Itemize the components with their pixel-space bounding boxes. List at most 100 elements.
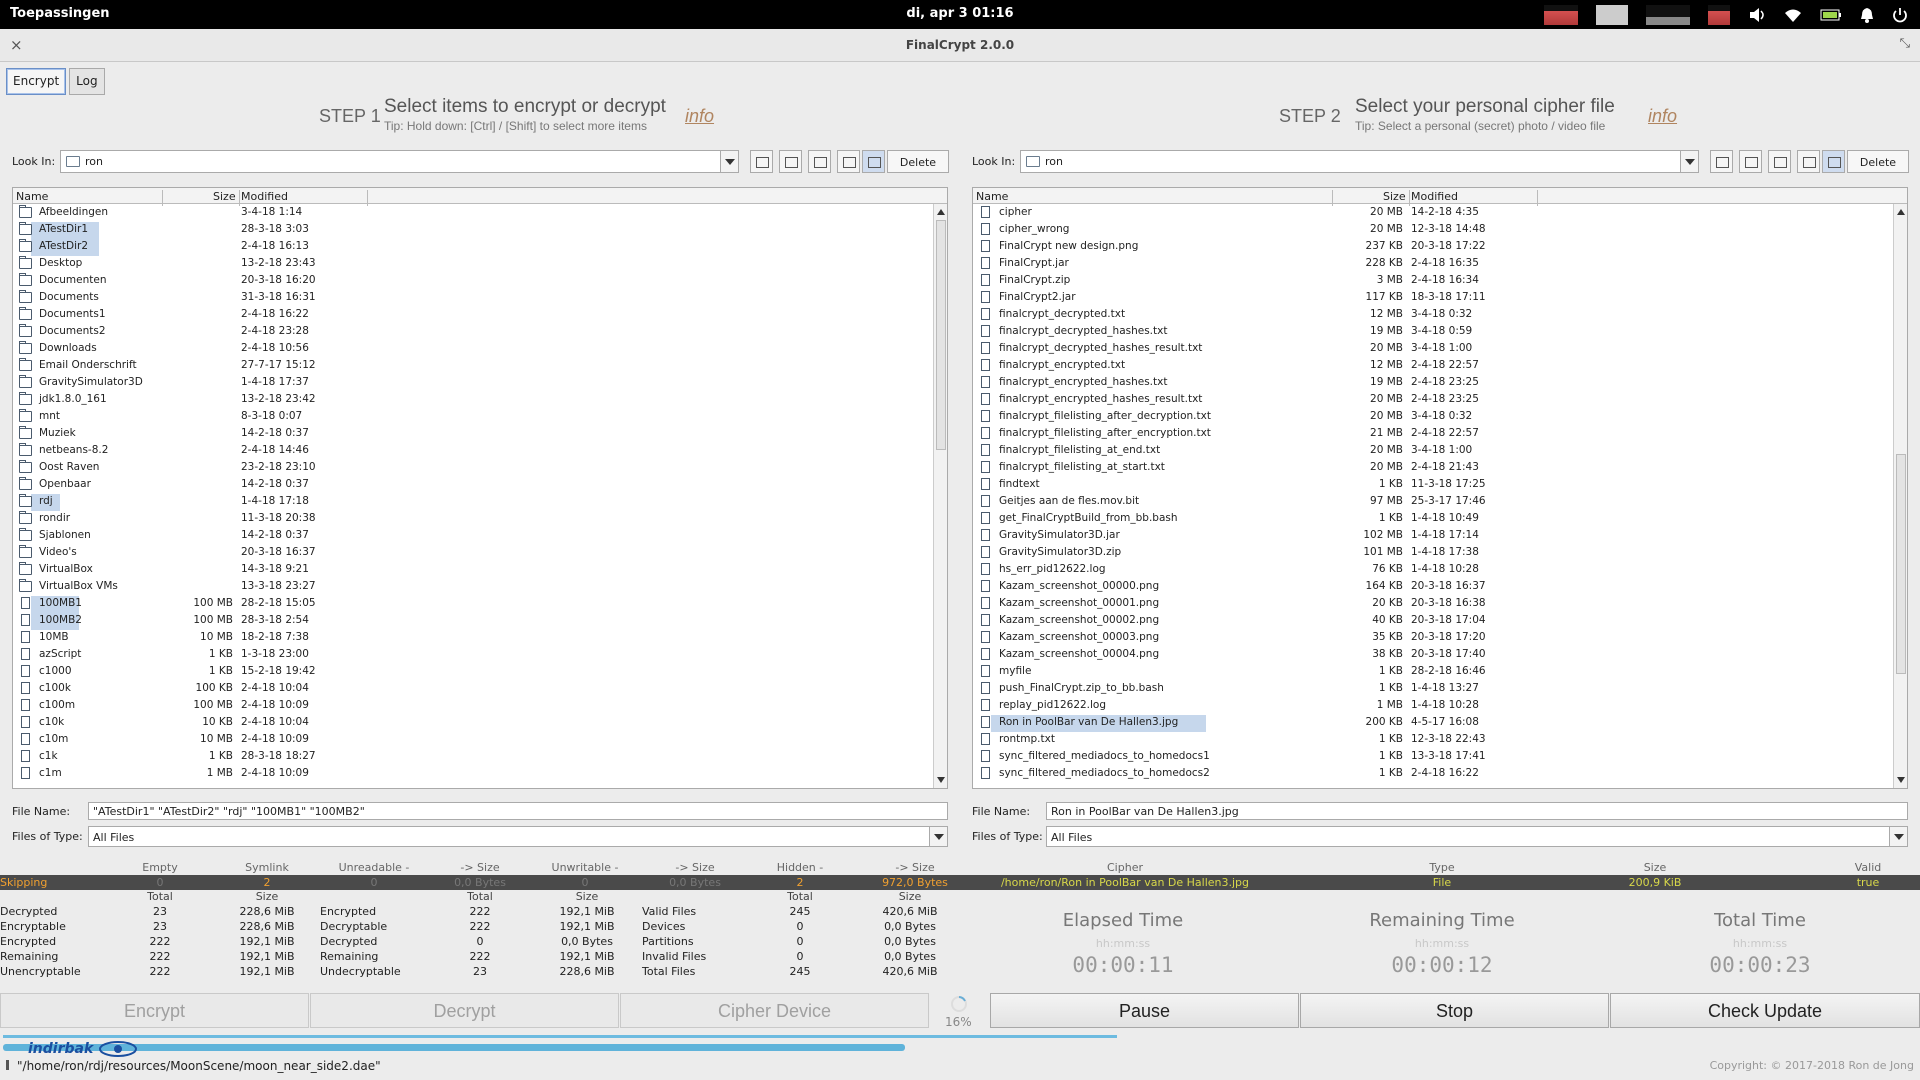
file-row[interactable]: azScript 1 KB 1-3-18 23:00	[13, 647, 933, 664]
step1-vertical-scrollbar[interactable]	[933, 204, 947, 788]
tab-encrypt[interactable]: Encrypt	[6, 68, 67, 95]
step2-new-folder-button[interactable]	[1768, 150, 1791, 173]
file-row[interactable]: GravitySimulator3D.zip 101 MB 1-4-18 17:38	[973, 545, 1893, 562]
file-row[interactable]: finalcrypt_encrypted.txt 12 MB 2-4-18 22:5…	[973, 358, 1893, 375]
file-row[interactable]: Sjablonen 14-2-18 0:37	[13, 528, 933, 545]
file-row[interactable]: Kazam_screenshot_00001.png 20 KB 20-3-18 1…	[973, 596, 1893, 613]
file-row[interactable]: finalcrypt_encrypted_hashes_result.txt 20…	[973, 392, 1893, 409]
cpu-graph-icon[interactable]	[1544, 5, 1578, 25]
file-row[interactable]: ATestDir2 2-4-18 16:13	[13, 239, 933, 256]
file-row[interactable]: finalcrypt_filelisting_at_end.txt 20 MB 3-…	[973, 443, 1893, 460]
step1-col-size[interactable]: Size	[213, 190, 236, 203]
file-row[interactable]: jdk1.8.0_161 13-2-18 23:42	[13, 392, 933, 409]
file-row[interactable]: mnt 8-3-18 0:07	[13, 409, 933, 426]
file-row[interactable]: Email Onderschrift 27-7-17 15:12	[13, 358, 933, 375]
chevron-down-icon[interactable]	[929, 827, 947, 846]
file-row[interactable]: finalcrypt_decrypted_hashes_result.txt 20…	[973, 341, 1893, 358]
file-row[interactable]: GravitySimulator3D.jar 102 MB 1-4-18 17:14	[973, 528, 1893, 545]
file-row[interactable]: ATestDir1 28-3-18 3:03	[13, 222, 933, 239]
scroll-down-icon[interactable]	[937, 777, 945, 783]
file-row[interactable]: FinalCrypt.jar 228 KB 2-4-18 16:35	[973, 256, 1893, 273]
file-row[interactable]: Documents1 2-4-18 16:22	[13, 307, 933, 324]
file-row[interactable]: VirtualBox VMs 13-3-18 23:27	[13, 579, 933, 596]
pause-button[interactable]: Pause	[990, 993, 1299, 1028]
file-row[interactable]: c10m 10 MB 2-4-18 10:09	[13, 732, 933, 749]
step2-up-folder-button[interactable]	[1710, 150, 1733, 173]
step2-look-in-combo[interactable]: ron	[1020, 150, 1699, 173]
file-row[interactable]: Ron in PoolBar van De Hallen3.jpg 200 KB 4…	[973, 715, 1893, 732]
file-row[interactable]: FinalCrypt2.jar 117 KB 18-3-18 17:11	[973, 290, 1893, 307]
file-row[interactable]: 10MB 10 MB 18-2-18 7:38	[13, 630, 933, 647]
file-row[interactable]: FinalCrypt.zip 3 MB 2-4-18 16:34	[973, 273, 1893, 290]
power-icon[interactable]	[1892, 7, 1908, 23]
file-row[interactable]: myfile 1 KB 28-2-18 16:46	[973, 664, 1893, 681]
step1-home-button[interactable]	[779, 150, 802, 173]
file-row[interactable]: finalcrypt_filelisting_after_decryption.…	[973, 409, 1893, 426]
step2-file-name-input[interactable]: Ron in PoolBar van De Hallen3.jpg	[1046, 802, 1908, 820]
step1-details-view-button[interactable]	[862, 150, 885, 173]
step1-col-modified[interactable]: Modified	[241, 190, 288, 203]
step1-scroll-thumb[interactable]	[936, 220, 946, 450]
file-row[interactable]: replay_pid12622.log 1 MB 1-4-18 10:28	[973, 698, 1893, 715]
step2-col-name-divider[interactable]	[973, 190, 1333, 206]
step2-delete-button[interactable]: Delete	[1847, 150, 1909, 173]
cipher-device-button[interactable]: Cipher Device	[620, 993, 929, 1028]
file-row[interactable]: cipher 20 MB 14-2-18 4:35	[973, 205, 1893, 222]
file-row[interactable]: VirtualBox 14-3-18 9:21	[13, 562, 933, 579]
file-row[interactable]: findtext 1 KB 11-3-18 17:25	[973, 477, 1893, 494]
file-row[interactable]: Oost Raven 23-2-18 23:10	[13, 460, 933, 477]
step2-details-view-button[interactable]	[1822, 150, 1845, 173]
file-row[interactable]: Geitjes aan de fles.mov.bit 97 MB 25-3-17 …	[973, 494, 1893, 511]
wifi-icon[interactable]	[1784, 8, 1802, 22]
step1-look-in-combo[interactable]: ron	[60, 150, 739, 173]
file-row[interactable]: rondir 11-3-18 20:38	[13, 511, 933, 528]
file-row[interactable]: c1m 1 MB 2-4-18 10:09	[13, 766, 933, 783]
chevron-down-icon[interactable]	[720, 151, 738, 172]
file-row[interactable]: 100MB1 100 MB 28-2-18 15:05	[13, 596, 933, 613]
file-row[interactable]: Kazam_screenshot_00000.png 164 KB 20-3-18 …	[973, 579, 1893, 596]
file-row[interactable]: c100m 100 MB 2-4-18 10:09	[13, 698, 933, 715]
chevron-down-icon[interactable]	[1680, 151, 1698, 172]
file-row[interactable]: rontmp.txt 1 KB 12-3-18 22:43	[973, 732, 1893, 749]
file-row[interactable]: c1000 1 KB 15-2-18 19:42	[13, 664, 933, 681]
file-row[interactable]: finalcrypt_decrypted.txt 12 MB 3-4-18 0:32	[973, 307, 1893, 324]
file-row[interactable]: get_FinalCryptBuild_from_bb.bash 1 KB 1-4-…	[973, 511, 1893, 528]
file-row[interactable]: Openbaar 14-2-18 0:37	[13, 477, 933, 494]
file-row[interactable]: Documenten 20-3-18 16:20	[13, 273, 933, 290]
encrypt-button[interactable]: Encrypt	[0, 993, 309, 1028]
file-row[interactable]: finalcrypt_encrypted_hashes.txt 19 MB 2-4-…	[973, 375, 1893, 392]
file-row[interactable]: GravitySimulator3D 1-4-18 17:37	[13, 375, 933, 392]
step2-vertical-scrollbar[interactable]	[1893, 204, 1907, 788]
step1-col-name[interactable]: Name	[16, 190, 48, 203]
step1-file-name-input[interactable]: "ATestDir1" "ATestDir2" "rdj" "100MB1" "…	[88, 802, 948, 820]
battery-icon[interactable]	[1820, 9, 1842, 21]
step1-file-list[interactable]: Name Size Modified Afbeeldingen 3-4-18 1:…	[12, 187, 948, 789]
stop-button[interactable]: Stop	[1300, 993, 1609, 1028]
file-row[interactable]: sync_filtered_mediadocs_to_homedocs2 1 KB…	[973, 766, 1893, 783]
file-row[interactable]: Kazam_screenshot_00003.png 35 KB 20-3-18 1…	[973, 630, 1893, 647]
step1-files-of-type-select[interactable]: All Files	[88, 826, 948, 847]
scroll-down-icon[interactable]	[1897, 777, 1905, 783]
step2-list-view-button[interactable]	[1797, 150, 1820, 173]
file-row[interactable]: c100k 100 KB 2-4-18 10:04	[13, 681, 933, 698]
file-row[interactable]: hs_err_pid12622.log 76 KB 1-4-18 10:28	[973, 562, 1893, 579]
file-row[interactable]: finalcrypt_filelisting_after_encryption.…	[973, 426, 1893, 443]
file-row[interactable]: c1k 1 KB 28-3-18 18:27	[13, 749, 933, 766]
file-row[interactable]: Video's 20-3-18 16:37	[13, 545, 933, 562]
tab-log[interactable]: Log	[69, 68, 105, 95]
file-row[interactable]: cipher_wrong 20 MB 12-3-18 14:48	[973, 222, 1893, 239]
step1-info-link[interactable]: info	[685, 106, 714, 127]
check-update-button[interactable]: Check Update	[1610, 993, 1920, 1028]
volume-icon[interactable]	[1748, 7, 1766, 23]
file-row[interactable]: Afbeeldingen 3-4-18 1:14	[13, 205, 933, 222]
step2-file-list[interactable]: Name Size Modified cipher 20 MB 14-2-18 4:…	[972, 187, 1908, 789]
step2-info-link[interactable]: info	[1648, 106, 1677, 127]
load-graph-icon[interactable]	[1708, 5, 1730, 25]
decrypt-button[interactable]: Decrypt	[310, 993, 619, 1028]
step1-delete-button[interactable]: Delete	[887, 150, 949, 173]
scroll-up-icon[interactable]	[1897, 209, 1905, 215]
file-row[interactable]: sync_filtered_mediadocs_to_homedocs1 1 KB…	[973, 749, 1893, 766]
memory-graph-icon[interactable]	[1596, 5, 1628, 25]
file-row[interactable]: Muziek 14-2-18 0:37	[13, 426, 933, 443]
step1-new-folder-button[interactable]	[808, 150, 831, 173]
